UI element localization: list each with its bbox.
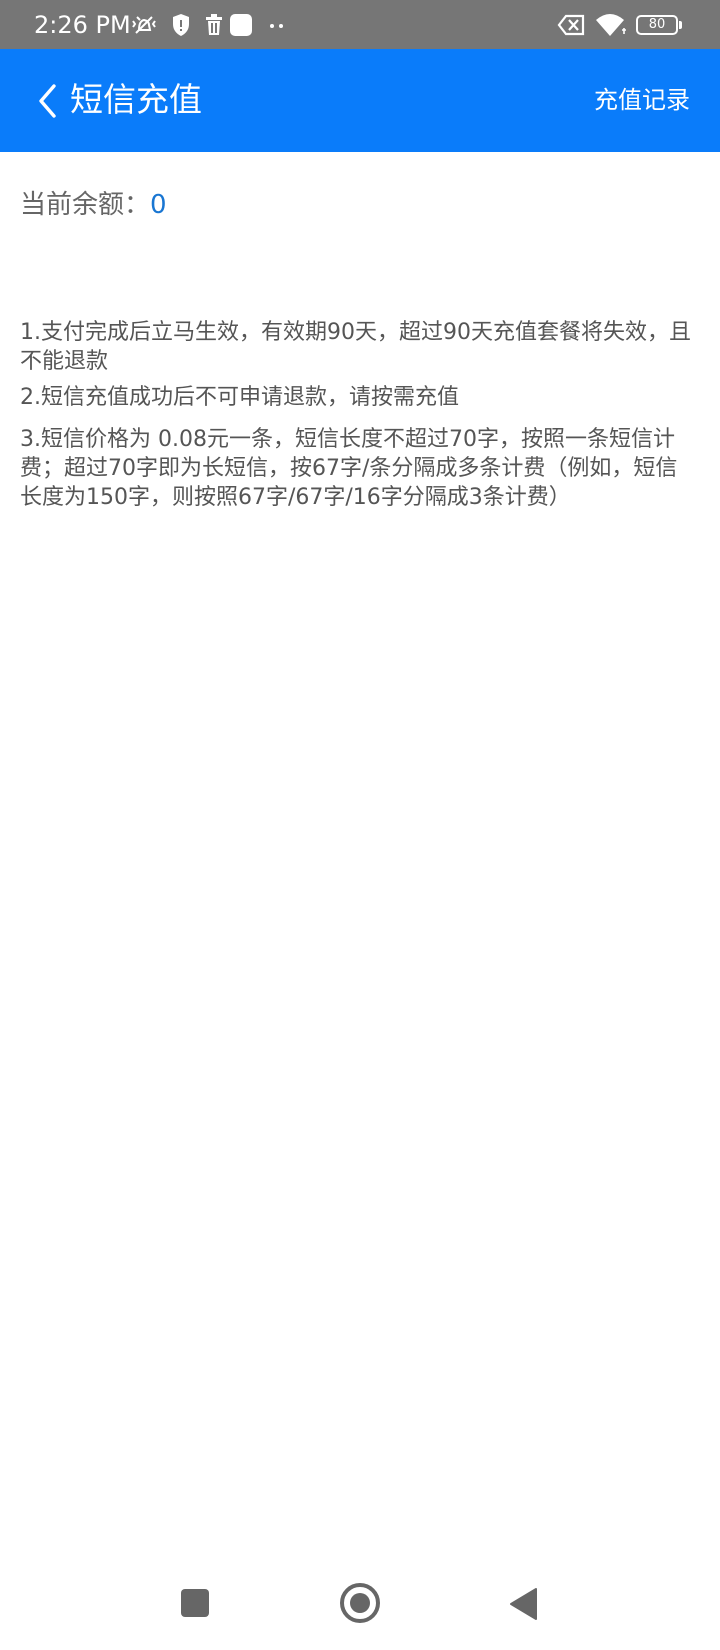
note-item-2: 2.短信充值成功后不可申请退款，请按需充值	[20, 385, 459, 410]
more-dots-icon	[270, 24, 283, 28]
mute-vibrate-icon	[132, 16, 156, 34]
app-square-icon	[230, 14, 252, 36]
recharge-notes: 1.支付完成后立马生效，有效期90天，超过90天充值套餐将失效，且不能退款 2.…	[20, 318, 696, 525]
recharge-record-button[interactable]: 充值记录	[594, 84, 690, 116]
back-button[interactable]	[30, 75, 70, 127]
trash-icon	[206, 14, 222, 35]
balance-label: 当前余额：	[20, 190, 151, 220]
note-item-1: 1.支付完成后立马生效，有效期90天，超过90天充值套餐将失效，且不能退款	[20, 320, 691, 370]
status-right-icons: 80	[555, 12, 695, 38]
page-title: 短信充值	[70, 80, 202, 119]
status-bar: 2:26 PM 80	[0, 0, 720, 49]
wifi-icon	[596, 14, 626, 36]
shield-icon	[173, 14, 189, 36]
chevron-left-icon	[39, 84, 56, 118]
no-sim-icon	[557, 14, 585, 36]
note-item-3: 3.短信价格为 0.08元一条，短信长度不超过70字，按照一条短信计费；超过70…	[20, 427, 678, 510]
recent-apps-icon[interactable]	[181, 1589, 209, 1617]
balance-row: 当前余额：0	[20, 187, 167, 223]
navigation-bar	[0, 1568, 720, 1650]
balance-value: 0	[150, 190, 167, 220]
home-icon[interactable]	[340, 1583, 380, 1623]
battery-icon: 80	[636, 15, 682, 35]
status-time: 2:26 PM	[34, 11, 131, 39]
app-bar: 短信充值 充值记录	[0, 49, 720, 152]
back-triangle-icon[interactable]	[508, 1587, 538, 1621]
